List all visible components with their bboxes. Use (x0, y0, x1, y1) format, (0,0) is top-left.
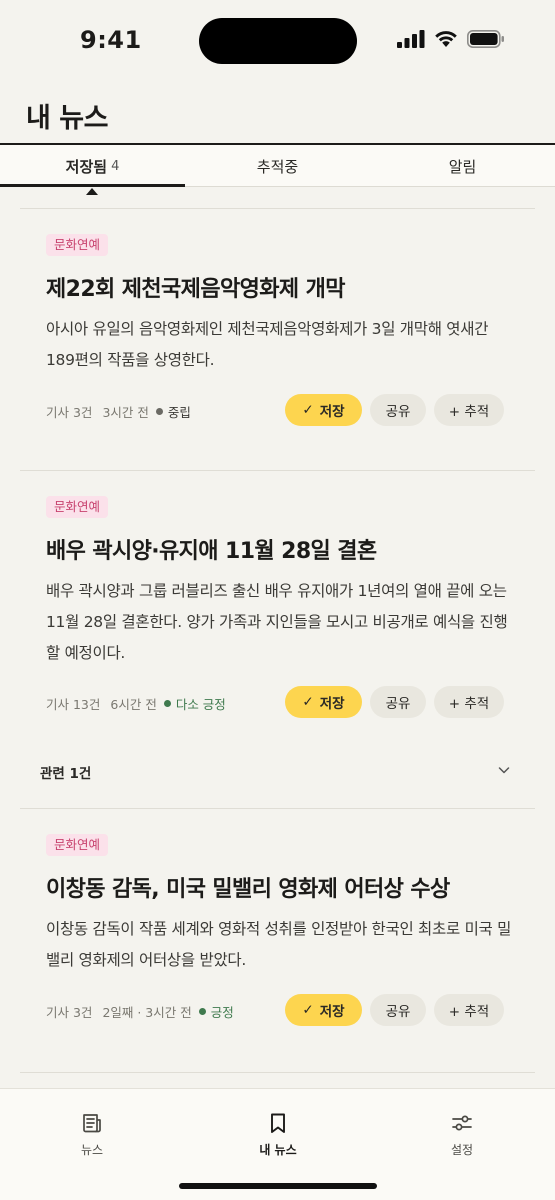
nav-item-settings[interactable]: 설정 (402, 1111, 522, 1158)
sliders-icon (452, 1115, 472, 1131)
article-count: 기사 3건 (46, 1005, 93, 1020)
nav-item-news[interactable]: 뉴스 (32, 1111, 152, 1158)
cellular-signal-icon (397, 30, 425, 48)
track-button[interactable]: + 추적 (434, 994, 504, 1026)
article-meta: 기사 3건 3시간 전 중립 (46, 402, 191, 421)
nav-label: 뉴스 (80, 1143, 104, 1157)
article-summary: 배우 곽시양과 그룹 러블리즈 출신 배우 유지애가 1년여의 열애 끝에 오는… (46, 582, 508, 662)
tab-alerts[interactable]: 알림 (370, 145, 555, 187)
nav-label: 설정 (450, 1143, 474, 1157)
article-actions: ✓ 저장 공유 + 추적 (285, 394, 504, 426)
home-indicator (179, 1183, 377, 1189)
save-button-label: 저장 (319, 1004, 345, 1020)
article-count: 기사 3건 (46, 405, 93, 420)
track-button[interactable]: + 추적 (434, 394, 504, 426)
check-icon: ✓ (302, 402, 314, 418)
tab-alerts-label: 알림 (448, 157, 477, 176)
newspaper-icon (83, 1114, 101, 1133)
article-card[interactable]: 문화연예 배우 곽시양·유지애 11월 28일 결혼 배우 곽시양과 그룹 러블… (0, 470, 555, 748)
sentiment-dot (198, 1008, 206, 1015)
article-title[interactable]: 이창동 감독, 미국 밀밸리 영화제 어터상 수상 (46, 871, 450, 903)
sentiment-label: 긍정 (210, 1005, 234, 1020)
article-summary: 아시아 유일의 음악영화제인 제천국제음악영화제가 3일 개막해 엿새간 189… (46, 320, 489, 369)
tab-saved[interactable]: 저장됨 4 (0, 145, 185, 187)
article-time: 2일째 · 3시간 전 (102, 1005, 192, 1020)
share-button[interactable]: 공유 (370, 994, 426, 1026)
save-button-label: 저장 (319, 404, 345, 420)
screen: 9:41 내 뉴스 저장됨 4 추적중 알림 문화연예 제22회 제천국제음악영… (0, 0, 555, 1200)
article-meta: 기사 13건 6시간 전 다소 긍정 (46, 694, 226, 713)
tab-saved-count: 4 (111, 158, 120, 174)
app-header: 내 뉴스 (0, 78, 555, 144)
nav-label: 내 뉴스 (259, 1143, 297, 1157)
check-icon: ✓ (302, 694, 314, 710)
save-button-label: 저장 (319, 696, 345, 712)
tab-tracking[interactable]: 추적중 (185, 145, 370, 187)
nav-item-my-news[interactable]: 내 뉴스 (218, 1111, 338, 1158)
chevron-down-icon (498, 767, 510, 774)
article-card[interactable]: 문화연예 이창동 감독, 미국 밀밸리 영화제 어터상 수상 이창동 감독이 작… (0, 808, 555, 1070)
check-icon: ✓ (302, 1002, 314, 1018)
status-bar: 9:41 (0, 0, 555, 78)
sentiment-dot (163, 700, 171, 707)
sentiment-label: 다소 긍정 (175, 697, 226, 712)
category-badge: 문화연예 (46, 234, 109, 256)
sentiment-dot (155, 408, 163, 415)
category-badge: 문화연예 (46, 496, 109, 518)
dynamic-island (199, 18, 357, 64)
related-label: 관련 1건 (40, 766, 92, 782)
article-actions: ✓ 저장 공유 + 추적 (285, 686, 504, 718)
wifi-icon (435, 31, 457, 47)
article-count: 기사 13건 (46, 697, 101, 712)
article-title[interactable]: 제22회 제천국제음악영화제 개막 (46, 271, 345, 303)
share-button[interactable]: 공유 (370, 394, 426, 426)
active-tab-caret (86, 188, 98, 195)
save-button[interactable]: ✓ 저장 (285, 686, 362, 718)
battery-icon (467, 30, 504, 48)
related-articles-toggle[interactable]: 관련 1건 (0, 748, 555, 794)
save-button[interactable]: ✓ 저장 (285, 394, 362, 426)
divider (20, 1072, 535, 1073)
article-meta: 기사 3건 2일째 · 3시간 전 긍정 (46, 1002, 234, 1021)
article-time: 6시간 전 (110, 697, 157, 712)
status-time: 9:41 (80, 26, 142, 54)
share-button[interactable]: 공유 (370, 686, 426, 718)
sentiment-label: 중립 (167, 405, 191, 420)
article-card[interactable]: 문화연예 제22회 제천국제음악영화제 개막 아시아 유일의 음악영화제인 제천… (0, 208, 555, 470)
article-title[interactable]: 배우 곽시양·유지애 11월 28일 결혼 (46, 533, 377, 565)
tab-tracking-label: 추적중 (256, 157, 299, 176)
article-actions: ✓ 저장 공유 + 추적 (285, 994, 504, 1026)
article-summary: 이창동 감독이 작품 세계와 영화적 성취를 인정받아 한국인 최초로 미국 밀… (46, 920, 512, 969)
article-time: 3시간 전 (102, 405, 149, 420)
save-button[interactable]: ✓ 저장 (285, 994, 362, 1026)
track-button[interactable]: + 추적 (434, 686, 504, 718)
active-tab-indicator (0, 184, 185, 187)
bookmark-icon (271, 1113, 285, 1133)
category-badge: 문화연예 (46, 834, 109, 856)
status-icons (397, 30, 505, 48)
tab-saved-label: 저장됨 (65, 157, 108, 176)
page-title: 내 뉴스 (26, 103, 108, 134)
tab-bar: 저장됨 4 추적중 알림 (0, 145, 555, 187)
